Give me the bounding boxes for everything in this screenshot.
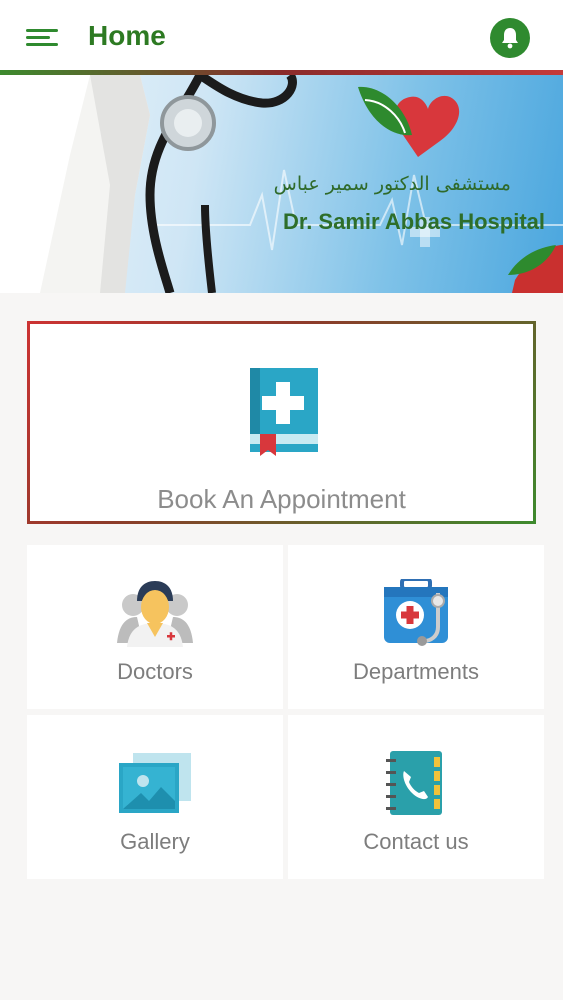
hamburger-menu-icon[interactable] — [26, 26, 60, 50]
notification-button[interactable] — [490, 18, 530, 58]
doctor-icon — [117, 581, 193, 647]
app-bar: Home — [0, 0, 563, 70]
gallery-icon — [119, 753, 191, 813]
hospital-banner: مستشفى الدكتور سمير عباس Dr. Samir Abbas… — [0, 75, 563, 293]
doctors-tile[interactable]: Doctors — [27, 545, 283, 709]
departments-label: Departments — [353, 659, 479, 684]
phone-book-icon — [386, 751, 442, 815]
gallery-tile[interactable]: Gallery — [27, 715, 283, 879]
page-title: Home — [88, 20, 166, 51]
hospital-name-arabic: مستشفى الدكتور سمير عباس — [273, 173, 511, 195]
bell-icon — [502, 28, 518, 49]
book-appointment-button[interactable]: Book An Appointment — [27, 321, 536, 524]
medical-kit-icon — [384, 579, 448, 646]
contact-us-tile[interactable]: Contact us — [288, 715, 544, 879]
book-appointment-label: Book An Appointment — [157, 484, 406, 514]
doctors-label: Doctors — [117, 659, 193, 684]
medical-book-icon — [250, 368, 318, 456]
contact-us-label: Contact us — [363, 829, 469, 854]
gallery-label: Gallery — [120, 829, 190, 854]
hospital-name-english: Dr. Samir Abbas Hospital — [282, 209, 545, 234]
departments-tile[interactable]: Departments — [288, 545, 544, 709]
